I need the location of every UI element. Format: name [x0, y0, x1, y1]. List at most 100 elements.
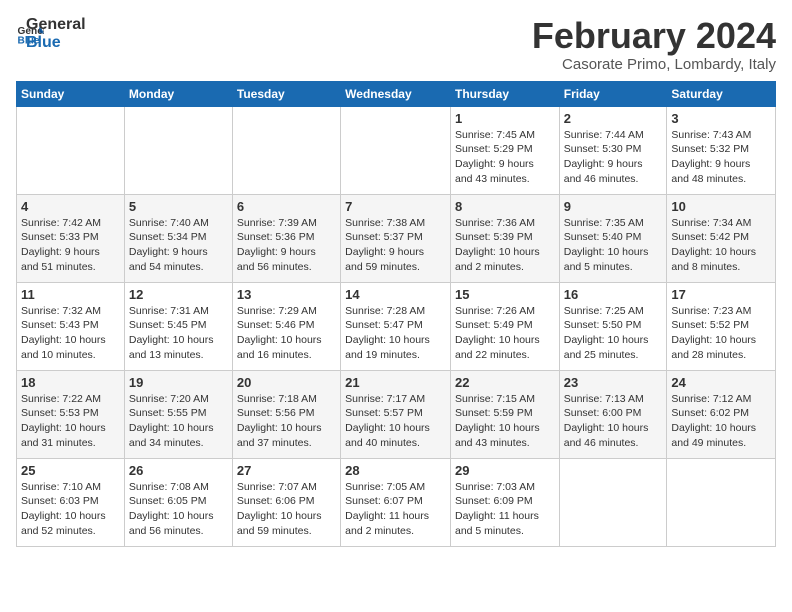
weekday-header-saturday: Saturday: [667, 81, 776, 106]
day-info: Sunrise: 7:32 AM Sunset: 5:43 PM Dayligh…: [21, 304, 120, 363]
day-info: Sunrise: 7:26 AM Sunset: 5:49 PM Dayligh…: [455, 304, 555, 363]
weekday-header-wednesday: Wednesday: [341, 81, 451, 106]
day-number: 24: [671, 375, 771, 390]
calendar-cell: [341, 106, 451, 194]
calendar-cell: 20Sunrise: 7:18 AM Sunset: 5:56 PM Dayli…: [232, 370, 340, 458]
weekday-header-tuesday: Tuesday: [232, 81, 340, 106]
day-info: Sunrise: 7:12 AM Sunset: 6:02 PM Dayligh…: [671, 392, 771, 451]
day-info: Sunrise: 7:15 AM Sunset: 5:59 PM Dayligh…: [455, 392, 555, 451]
calendar-cell: 14 Sunrise: 7:28 AM Sunset: 5:47 PM Dayli…: [341, 282, 451, 370]
day-info: Sunrise: 7:44 AM Sunset: 5:30 PM Dayligh…: [564, 128, 663, 187]
day-number: 1: [455, 111, 555, 126]
day-number: 15: [455, 287, 555, 302]
calendar-cell: 29 Sunrise: 7:03 AM Sunset: 6:09 PM Dayli…: [450, 458, 559, 546]
day-info: Sunrise: 7:38 AM Sunset: 5:37 PM Dayligh…: [345, 216, 446, 275]
day-number: 18: [21, 375, 120, 390]
logo-general: General: [26, 16, 86, 34]
weekday-header-thursday: Thursday: [450, 81, 559, 106]
calendar-cell: 6Sunrise: 7:39 AM Sunset: 5:36 PM Daylig…: [232, 194, 340, 282]
calendar-week-5: 25 Sunrise: 7:10 AM Sunset: 6:03 PM Dayli…: [17, 458, 776, 546]
day-info: Sunrise: 7:31 AM Sunset: 5:45 PM Dayligh…: [129, 304, 228, 363]
day-info: Sunrise: 7:23 AM Sunset: 5:52 PM Dayligh…: [671, 304, 771, 363]
day-number: 26: [129, 463, 228, 478]
calendar-cell: [124, 106, 232, 194]
weekday-header-friday: Friday: [559, 81, 667, 106]
calendar-cell: [17, 106, 125, 194]
title-block: February 2024 Casorate Primo, Lombardy, …: [532, 16, 776, 73]
day-number: 2: [564, 111, 663, 126]
weekday-header-monday: Monday: [124, 81, 232, 106]
day-info: Sunrise: 7:03 AM Sunset: 6:09 PM Dayligh…: [455, 480, 555, 539]
day-number: 27: [237, 463, 336, 478]
calendar-cell: 3Sunrise: 7:43 AM Sunset: 5:32 PM Daylig…: [667, 106, 776, 194]
day-info: Sunrise: 7:22 AM Sunset: 5:53 PM Dayligh…: [21, 392, 120, 451]
calendar-week-2: 4 Sunrise: 7:42 AM Sunset: 5:33 PM Daylig…: [17, 194, 776, 282]
calendar-cell: 5Sunrise: 7:40 AM Sunset: 5:34 PM Daylig…: [124, 194, 232, 282]
day-number: 21: [345, 375, 446, 390]
calendar-cell: 17 Sunrise: 7:23 AM Sunset: 5:52 PM Dayli…: [667, 282, 776, 370]
day-info: Sunrise: 7:25 AM Sunset: 5:50 PM Dayligh…: [564, 304, 663, 363]
calendar-week-1: 1 Sunrise: 7:45 AM Sunset: 5:29 PM Daylig…: [17, 106, 776, 194]
day-info: Sunrise: 7:13 AM Sunset: 6:00 PM Dayligh…: [564, 392, 663, 451]
day-info: Sunrise: 7:36 AM Sunset: 5:39 PM Dayligh…: [455, 216, 555, 275]
day-number: 4: [21, 199, 120, 214]
day-info: Sunrise: 7:42 AM Sunset: 5:33 PM Dayligh…: [21, 216, 120, 275]
day-info: Sunrise: 7:05 AM Sunset: 6:07 PM Dayligh…: [345, 480, 446, 539]
calendar-cell: 11 Sunrise: 7:32 AM Sunset: 5:43 PM Dayli…: [17, 282, 125, 370]
day-info: Sunrise: 7:35 AM Sunset: 5:40 PM Dayligh…: [564, 216, 663, 275]
calendar-cell: 1 Sunrise: 7:45 AM Sunset: 5:29 PM Daylig…: [450, 106, 559, 194]
day-number: 9: [564, 199, 663, 214]
day-info: Sunrise: 7:28 AM Sunset: 5:47 PM Dayligh…: [345, 304, 446, 363]
calendar-cell: 18 Sunrise: 7:22 AM Sunset: 5:53 PM Dayli…: [17, 370, 125, 458]
calendar-cell: 8 Sunrise: 7:36 AM Sunset: 5:39 PM Daylig…: [450, 194, 559, 282]
day-number: 29: [455, 463, 555, 478]
calendar-cell: 24 Sunrise: 7:12 AM Sunset: 6:02 PM Dayli…: [667, 370, 776, 458]
day-number: 28: [345, 463, 446, 478]
day-number: 11: [21, 287, 120, 302]
logo-blue: Blue: [26, 34, 86, 52]
calendar-cell: 2 Sunrise: 7:44 AM Sunset: 5:30 PM Daylig…: [559, 106, 667, 194]
calendar-cell: 27Sunrise: 7:07 AM Sunset: 6:06 PM Dayli…: [232, 458, 340, 546]
day-info: Sunrise: 7:40 AM Sunset: 5:34 PM Dayligh…: [129, 216, 228, 275]
calendar-cell: 23 Sunrise: 7:13 AM Sunset: 6:00 PM Dayli…: [559, 370, 667, 458]
weekday-header-sunday: Sunday: [17, 81, 125, 106]
calendar-cell: [559, 458, 667, 546]
day-info: Sunrise: 7:45 AM Sunset: 5:29 PM Dayligh…: [455, 128, 555, 187]
calendar-cell: 15 Sunrise: 7:26 AM Sunset: 5:49 PM Dayli…: [450, 282, 559, 370]
calendar-cell: 10 Sunrise: 7:34 AM Sunset: 5:42 PM Dayli…: [667, 194, 776, 282]
calendar-week-3: 11 Sunrise: 7:32 AM Sunset: 5:43 PM Dayli…: [17, 282, 776, 370]
day-info: Sunrise: 7:08 AM Sunset: 6:05 PM Dayligh…: [129, 480, 228, 539]
day-number: 7: [345, 199, 446, 214]
logo: General Blue General Blue: [16, 16, 86, 51]
day-number: 19: [129, 375, 228, 390]
day-info: Sunrise: 7:18 AM Sunset: 5:56 PM Dayligh…: [237, 392, 336, 451]
page-header: General Blue General Blue February 2024 …: [16, 16, 776, 73]
day-number: 23: [564, 375, 663, 390]
calendar-cell: 9 Sunrise: 7:35 AM Sunset: 5:40 PM Daylig…: [559, 194, 667, 282]
day-info: Sunrise: 7:17 AM Sunset: 5:57 PM Dayligh…: [345, 392, 446, 451]
day-number: 16: [564, 287, 663, 302]
day-number: 22: [455, 375, 555, 390]
calendar-cell: 25 Sunrise: 7:10 AM Sunset: 6:03 PM Dayli…: [17, 458, 125, 546]
day-info: Sunrise: 7:29 AM Sunset: 5:46 PM Dayligh…: [237, 304, 336, 363]
day-number: 10: [671, 199, 771, 214]
day-info: Sunrise: 7:34 AM Sunset: 5:42 PM Dayligh…: [671, 216, 771, 275]
day-number: 13: [237, 287, 336, 302]
day-number: 25: [21, 463, 120, 478]
calendar-cell: 16 Sunrise: 7:25 AM Sunset: 5:50 PM Dayli…: [559, 282, 667, 370]
day-number: 17: [671, 287, 771, 302]
day-info: Sunrise: 7:43 AM Sunset: 5:32 PM Dayligh…: [671, 128, 771, 187]
day-number: 6: [237, 199, 336, 214]
calendar-cell: 7 Sunrise: 7:38 AM Sunset: 5:37 PM Daylig…: [341, 194, 451, 282]
day-info: Sunrise: 7:20 AM Sunset: 5:55 PM Dayligh…: [129, 392, 228, 451]
calendar-cell: [667, 458, 776, 546]
calendar-cell: 12 Sunrise: 7:31 AM Sunset: 5:45 PM Dayli…: [124, 282, 232, 370]
day-info: Sunrise: 7:10 AM Sunset: 6:03 PM Dayligh…: [21, 480, 120, 539]
day-number: 14: [345, 287, 446, 302]
calendar-week-4: 18 Sunrise: 7:22 AM Sunset: 5:53 PM Dayli…: [17, 370, 776, 458]
weekday-header-row: SundayMondayTuesdayWednesdayThursdayFrid…: [17, 81, 776, 106]
calendar-cell: 4 Sunrise: 7:42 AM Sunset: 5:33 PM Daylig…: [17, 194, 125, 282]
day-number: 12: [129, 287, 228, 302]
day-number: 8: [455, 199, 555, 214]
month-title: February 2024: [532, 16, 776, 56]
